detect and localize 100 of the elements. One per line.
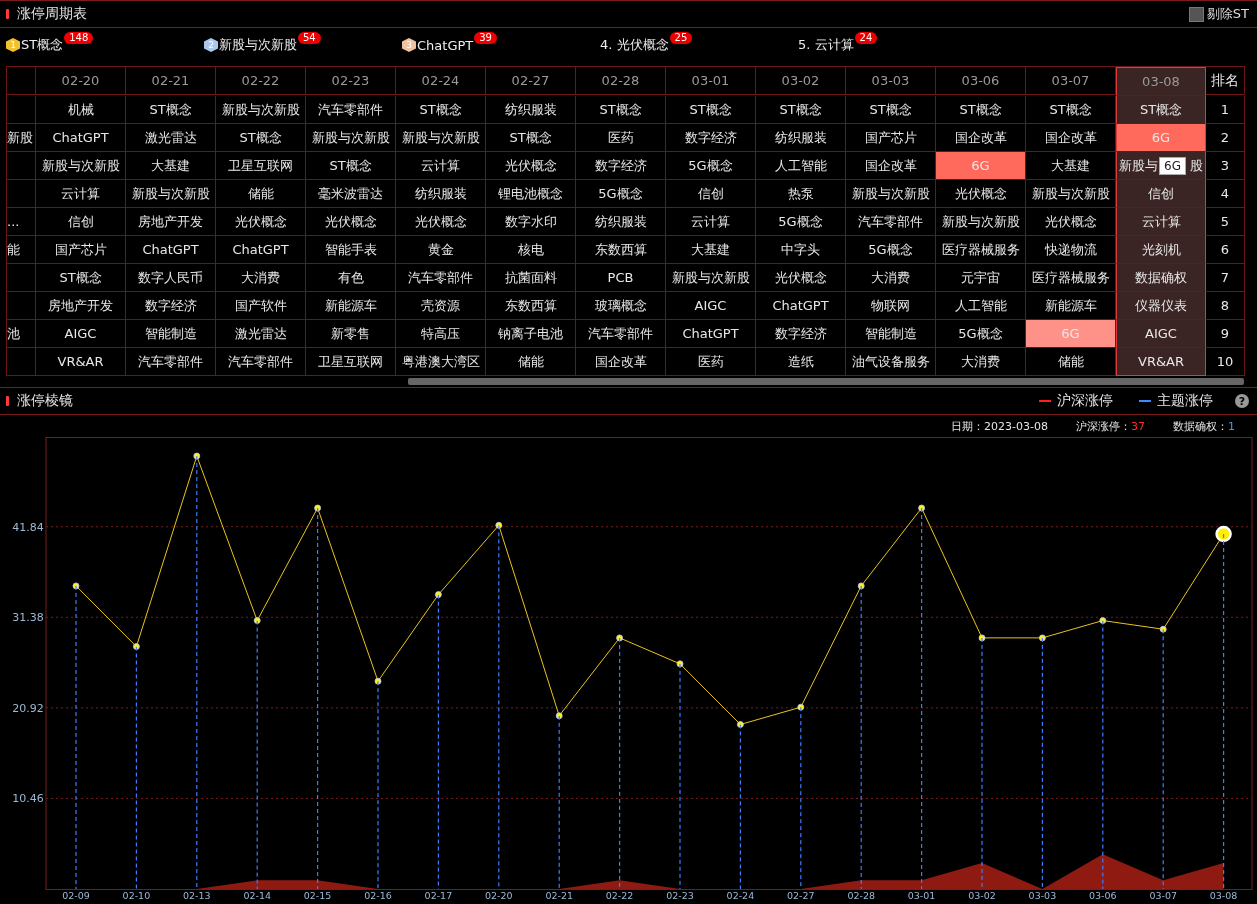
date-info: 日期：2023-03-08 (951, 418, 1048, 434)
x-tick-label: 02-27 (787, 890, 815, 901)
legend-label: 主题涨停 (1157, 392, 1213, 410)
y-tick-label: 20.92 (12, 701, 44, 715)
table-cell: 池 (7, 320, 36, 348)
column-header[interactable]: 02-27 (486, 67, 576, 95)
table-cell: 卫星互联网 (216, 152, 306, 180)
data-point (435, 591, 442, 598)
selected-point[interactable] (1215, 525, 1232, 543)
table-cell: 造纸 (756, 348, 846, 376)
x-tick-label: 02-13 (183, 890, 211, 901)
table-cell: ST概念 (756, 96, 846, 124)
table-cell: 6G (1026, 320, 1116, 348)
column-header[interactable]: 03-08 (1116, 67, 1206, 96)
data-point (253, 617, 261, 624)
column-header: 排名 (1206, 67, 1245, 95)
y-tick-label: 10.46 (12, 792, 44, 806)
column-header[interactable]: 02-21 (126, 67, 216, 95)
theme-label[interactable]: ST概念 (21, 36, 64, 54)
table-cell: ChatGPT (666, 320, 756, 348)
rank-cell: 2 (1206, 124, 1245, 152)
table-cell: 新股与次新股 (666, 264, 756, 292)
cell-text: 股 (1190, 156, 1203, 175)
info-label: 数据确权： (1173, 419, 1228, 433)
column-header[interactable]: 03-01 (666, 67, 756, 95)
table-cell: 新股 (7, 124, 36, 152)
theme-label[interactable]: 4. 光伏概念 (600, 36, 669, 54)
table-cell: 新股与次新股 (36, 152, 126, 180)
table-cell: 汽车零部件 (126, 348, 216, 376)
table-cell: VR&AR (1116, 348, 1206, 376)
info-value: 37 (1131, 419, 1145, 433)
table-cell: 物联网 (846, 292, 936, 320)
data-point (495, 521, 503, 529)
table-cell: 云计算 (1116, 208, 1206, 236)
cell-text: 新股与 (1119, 156, 1158, 175)
column-header[interactable]: 02-23 (306, 67, 396, 95)
table-cell: ST概念 (36, 264, 126, 292)
data-point (193, 452, 201, 460)
column-header[interactable]: 02-20 (36, 67, 126, 95)
exclude-st-checkbox[interactable]: 剔除ST (1188, 5, 1249, 23)
x-tick-label: 02-28 (847, 890, 875, 901)
column-header[interactable]: 03-06 (936, 67, 1026, 95)
table-cell: 能 (7, 236, 36, 264)
theme-label[interactable]: 新股与次新股 (219, 36, 297, 54)
x-tick-label: 02-16 (364, 890, 392, 901)
column-header[interactable]: 02-28 (576, 67, 666, 95)
column-header[interactable]: 02-24 (396, 67, 486, 95)
table-cell: 粤港澳大湾区 (396, 348, 486, 376)
table-cell: 仪器仪表 (1116, 292, 1206, 320)
x-tick-label: 02-23 (666, 890, 694, 901)
data-point (1099, 617, 1107, 624)
data-point (555, 712, 563, 720)
table-cell: VR&AR (36, 348, 126, 376)
table-cell: ST概念 (846, 96, 936, 124)
help-icon[interactable]: ? (1235, 394, 1249, 408)
table-cell: 纺织服装 (486, 96, 576, 124)
rank-cell: 7 (1206, 264, 1245, 292)
table-cell: 6G (936, 152, 1026, 180)
data-point (314, 504, 321, 512)
x-tick-label: 02-20 (485, 890, 513, 901)
table-cell: ChatGPT (36, 124, 126, 152)
table-cell: ST概念 (486, 124, 576, 152)
info-label: 沪深涨停： (1076, 419, 1131, 433)
data-point (978, 634, 986, 642)
table-cell: 数字经济 (126, 292, 216, 320)
table-cell: 新股与次新股 (306, 124, 396, 152)
table-cell: 信创 (666, 180, 756, 208)
x-tick-label: 02-14 (243, 890, 271, 901)
table-cell: 国产软件 (216, 292, 306, 320)
table-cell: ST概念 (126, 96, 216, 124)
table-cell: 数字经济 (576, 152, 666, 180)
table-cell: 大消费 (936, 348, 1026, 376)
table-cell: 数字人民币 (126, 264, 216, 292)
table-cell: 核电 (486, 236, 576, 264)
table-cell: 激光雷达 (126, 124, 216, 152)
table-cell: 热泵 (756, 180, 846, 208)
y-tick-label: 41.84 (12, 520, 44, 534)
table-cell: 房地产开发 (126, 208, 216, 236)
table-cell: 纺织服装 (576, 208, 666, 236)
table-cell: AIGC (1116, 320, 1206, 348)
data-point (1039, 634, 1046, 642)
scrollbar[interactable] (408, 378, 1244, 385)
table-cell: ST概念 (306, 152, 396, 180)
table-cell: 5G概念 (666, 152, 756, 180)
table-cell: 玻璃概念 (576, 292, 666, 320)
column-header[interactable]: 03-02 (756, 67, 846, 95)
table-cell: 新零售 (306, 320, 396, 348)
table-cell: 元宇宙 (936, 264, 1026, 292)
table-cell: PCB (576, 264, 666, 292)
table-cell: 毫米波雷达 (306, 180, 396, 208)
theme-label[interactable]: ChatGPT (417, 37, 474, 53)
table-cell: 医药 (666, 348, 756, 376)
theme-label[interactable]: 5. 云计算 (798, 36, 854, 54)
legend-label: 沪深涨停 (1057, 392, 1113, 410)
table-cell: 卫星互联网 (306, 348, 396, 376)
column-header[interactable]: 02-22 (216, 67, 306, 95)
column-header[interactable]: 03-03 (846, 67, 936, 95)
table-cell: 机械 (36, 96, 126, 124)
table-cell: 光伏概念 (396, 208, 486, 236)
table-cell: 国产芯片 (846, 124, 936, 152)
